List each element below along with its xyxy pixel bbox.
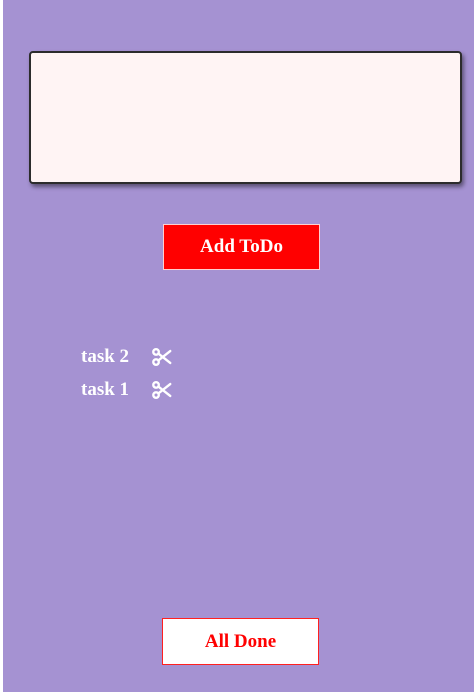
todo-item-label: task 1 — [81, 378, 130, 400]
add-todo-button[interactable]: Add ToDo — [163, 224, 320, 270]
scissors-icon[interactable] — [151, 346, 173, 368]
todo-input[interactable] — [29, 51, 462, 184]
todo-item: task 2 — [81, 340, 173, 373]
todo-item-label: task 2 — [81, 345, 130, 367]
all-done-button[interactable]: All Done — [162, 618, 319, 665]
todo-item: task 1 — [81, 373, 173, 406]
todo-list: task 2 task 1 — [81, 340, 173, 406]
scissors-icon[interactable] — [151, 379, 173, 401]
todo-app: Add ToDo task 2 task 1 All Done — [3, 0, 474, 692]
